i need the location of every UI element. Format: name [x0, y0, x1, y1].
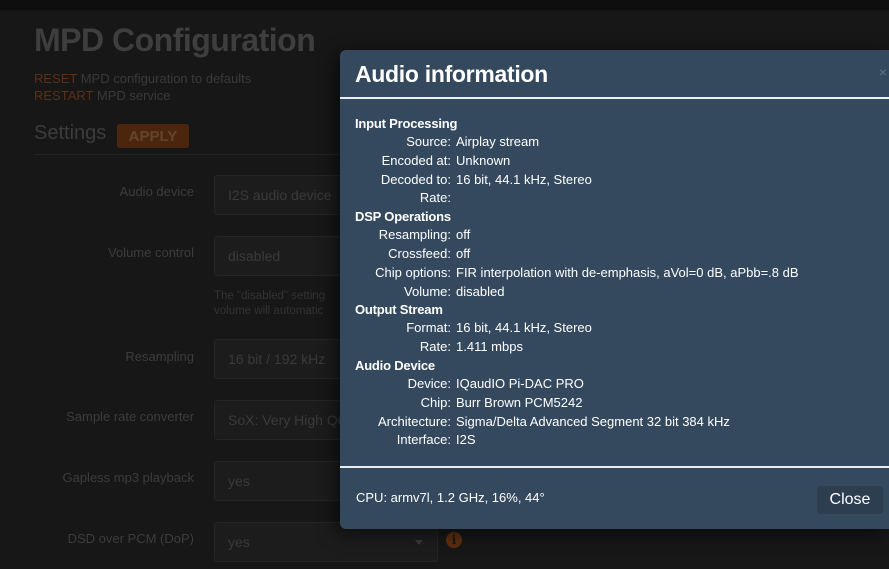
help-line-1: The "disabled" setting: [214, 290, 326, 302]
audio-info-list: Input Processing Source: Airplay stream E…: [355, 115, 799, 450]
settings-divider: [34, 154, 344, 155]
section-heading-audio-device: Audio Device: [355, 357, 435, 373]
info-value: off: [456, 227, 471, 243]
chevron-down-icon: [415, 540, 423, 545]
info-key: Interface:: [396, 432, 451, 448]
help-line-2: volume will automatic: [214, 305, 324, 317]
info-value: Airplay stream: [456, 134, 540, 149]
gapless-mp3-value: yes: [228, 473, 250, 489]
close-button[interactable]: Close: [817, 486, 883, 514]
info-row-resampling: Resampling: off: [355, 226, 799, 245]
info-row-decoded-to: Decoded to: 16 bit, 44.1 kHz, Stereo: [355, 171, 799, 190]
info-key: Device:: [407, 375, 451, 391]
info-value: 16 bit, 44.1 kHz, Stereo: [456, 320, 592, 336]
info-value: disabled: [456, 283, 505, 299]
audio-information-dialog: Audio information × Input Processing Sou…: [340, 50, 889, 529]
volume-control-value: disabled: [228, 248, 281, 264]
volume-help-text: The "disabled" setting volume will autom…: [214, 289, 325, 319]
mpd-config-page: MPD Configuration RESET MPD configuratio…: [0, 0, 889, 569]
info-value: IQaudIO Pi-DAC PRO: [456, 375, 584, 391]
info-value: FIR interpolation with de-emphasis, aVol…: [456, 264, 799, 280]
info-row-interface: Interface: I2S: [355, 431, 799, 450]
section-heading-output-stream: Output Stream: [355, 302, 443, 318]
info-key: Chip:: [420, 394, 451, 410]
info-key: Rate:: [419, 190, 451, 206]
info-row-device: Device: IQaudIO Pi-DAC PRO: [355, 375, 799, 394]
reset-line: RESET MPD configuration to defaults: [34, 71, 251, 86]
info-key: Volume:: [404, 283, 451, 299]
info-key: Encoded at:: [381, 152, 451, 168]
info-row-source: Source: Airplay stream: [355, 133, 799, 152]
dsd-over-pcm-label: DSD over PCM (DoP): [67, 531, 194, 546]
info-value: 16 bit, 44.1 kHz, Stereo: [456, 171, 592, 187]
info-row-chip: Chip: Burr Brown PCM5242: [355, 394, 799, 413]
info-value: Unknown: [456, 152, 511, 168]
gapless-mp3-label: Gapless mp3 playback: [62, 470, 194, 485]
sample-rate-converter-value: SoX: Very High Qu: [228, 412, 346, 428]
audio-device-value: I2S audio device: [228, 187, 332, 203]
info-row-encoded-at: Encoded at: Unknown: [355, 152, 799, 171]
dsd-over-pcm-value: yes: [228, 534, 250, 550]
settings-heading: Settings: [34, 122, 107, 144]
dialog-title: Audio information: [355, 61, 548, 87]
info-key: Source:: [406, 134, 451, 149]
info-row-output-rate: Rate: 1.411 mbps: [355, 338, 799, 357]
cpu-status: CPU: armv7l, 1.2 GHz, 16%, 44°: [356, 490, 545, 505]
reset-link[interactable]: RESET: [34, 71, 77, 86]
info-key: Architecture:: [378, 413, 451, 429]
restart-text: MPD service: [93, 88, 171, 103]
close-icon[interactable]: ×: [879, 64, 887, 80]
info-row-chip-options: Chip options: FIR interpolation with de-e…: [355, 264, 799, 283]
reset-text: MPD configuration to defaults: [77, 71, 252, 86]
apply-button[interactable]: APPLY: [117, 124, 189, 148]
top-navbar: [0, 0, 889, 10]
info-value: 1.411 mbps: [456, 339, 523, 355]
info-row-input-rate: Rate:: [355, 189, 799, 208]
section-heading-input-processing: Input Processing: [355, 116, 458, 131]
info-key: Crossfeed:: [388, 245, 451, 261]
info-key: Decoded to:: [380, 171, 451, 187]
info-row-architecture: Architecture: Sigma/Delta Advanced Segmen…: [355, 413, 799, 432]
info-value: Burr Brown PCM5242: [456, 394, 583, 410]
restart-link[interactable]: RESTART: [34, 88, 93, 103]
resampling-value: 16 bit / 192 kHz: [228, 351, 326, 367]
info-icon[interactable]: i: [446, 532, 462, 548]
info-row-format: Format: 16 bit, 44.1 kHz, Stereo: [355, 319, 799, 338]
restart-line: RESTART MPD service: [34, 88, 171, 103]
info-value: Sigma/Delta Advanced Segment 32 bit 384 …: [456, 413, 730, 429]
dialog-header-divider: [340, 97, 889, 99]
info-key: Resampling:: [378, 227, 451, 243]
info-key: Format:: [406, 320, 451, 336]
section-heading-dsp-operations: DSP Operations: [355, 209, 451, 225]
info-row-crossfeed: Crossfeed: off: [355, 245, 799, 264]
page-title: MPD Configuration: [34, 22, 316, 58]
dialog-footer-divider: [340, 466, 889, 468]
info-key: Rate:: [419, 339, 451, 355]
info-row-volume: Volume: disabled: [355, 283, 799, 302]
volume-control-label: Volume control: [108, 245, 194, 260]
info-value: I2S: [456, 432, 476, 448]
audio-device-label: Audio device: [119, 184, 194, 199]
info-value: off: [456, 245, 471, 261]
resampling-label: Resampling: [125, 349, 194, 364]
info-key: Chip options:: [375, 264, 451, 280]
sample-rate-converter-label: Sample rate converter: [66, 409, 194, 424]
